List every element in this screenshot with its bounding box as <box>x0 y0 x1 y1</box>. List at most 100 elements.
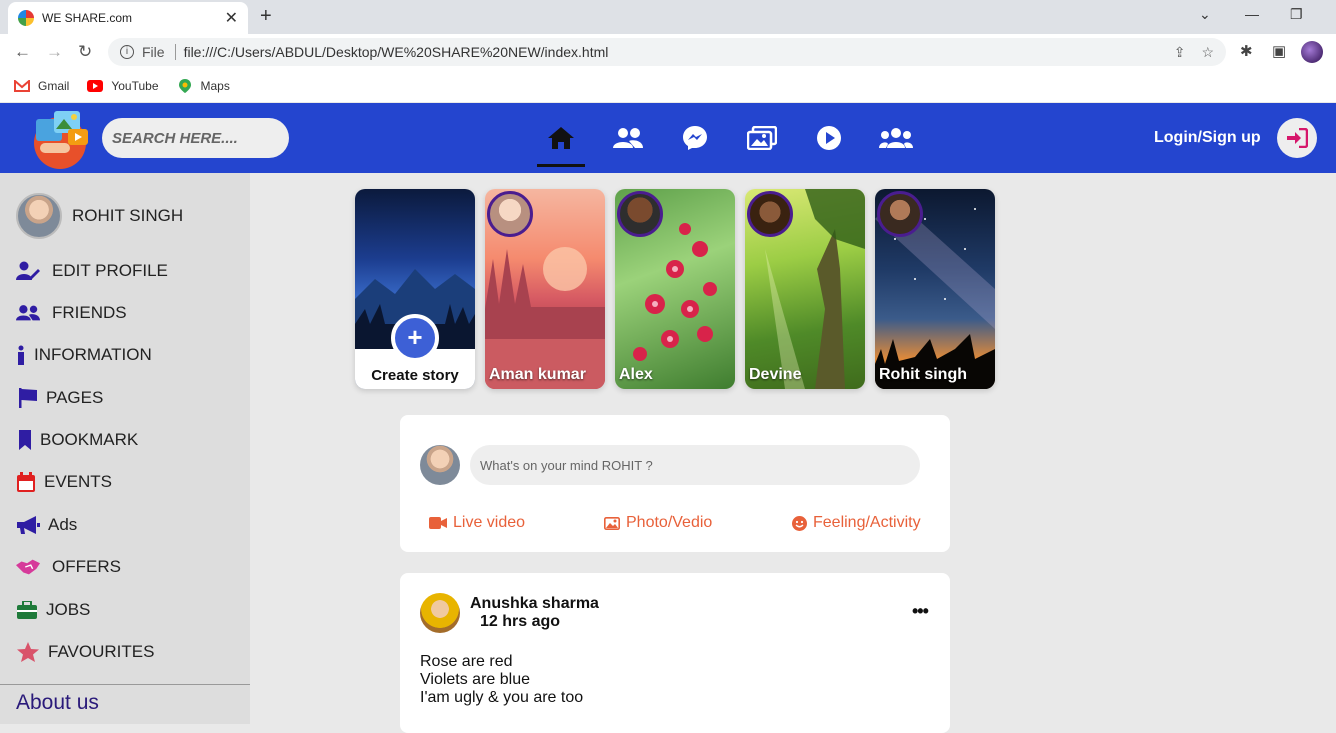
app-header: Login/Sign up <box>0 103 1336 173</box>
sidebar-item-information[interactable]: INFORMATION <box>16 345 152 365</box>
profile-name: ROHIT SINGH <box>72 206 184 225</box>
youtube-icon <box>87 80 104 92</box>
sidebar-item-label: EVENTS <box>44 472 113 491</box>
scheme-label: File <box>142 44 165 60</box>
story-name: Alex <box>619 366 653 383</box>
megaphone-icon <box>16 515 40 535</box>
nav-home[interactable] <box>527 103 594 173</box>
sidebar-item-pages[interactable]: PAGES <box>16 388 103 408</box>
login-signup-link[interactable]: Login/Sign up <box>1154 129 1261 147</box>
home-icon <box>547 127 574 149</box>
avatar <box>420 593 460 633</box>
flag-icon <box>16 388 40 408</box>
maps-icon <box>178 79 191 93</box>
nav-watch[interactable] <box>795 103 862 173</box>
avatar <box>16 193 62 239</box>
friends-icon <box>612 128 643 148</box>
sidebar-item-label: OFFERS <box>52 557 121 576</box>
story-avatar <box>877 191 923 237</box>
address-bar[interactable]: i File file:///C:/Users/ABDUL/Desktop/WE… <box>108 38 1226 66</box>
url-text[interactable]: file:///C:/Users/ABDUL/Desktop/WE%20SHAR… <box>184 44 609 60</box>
nav-groups[interactable] <box>862 103 929 173</box>
create-story-card[interactable]: Create story + <box>355 189 475 389</box>
sidebar-item-label: Ads <box>48 515 78 534</box>
about-us-link[interactable]: About us <box>0 684 250 721</box>
feed-post: Anushka sharma 12 hrs ago ••• Rose are r… <box>400 573 950 733</box>
nav-friends[interactable] <box>594 103 661 173</box>
address-bar-row: ← → ↻ i File file:///C:/Users/ABDUL/Desk… <box>0 34 1336 70</box>
share-icon[interactable]: ⇪ <box>1174 44 1186 61</box>
search-input[interactable] <box>102 118 289 158</box>
friends-icon <box>16 303 40 323</box>
story-name: Devine <box>749 366 802 383</box>
bookmark-label: Maps <box>200 79 230 93</box>
nav-photos[interactable] <box>728 103 795 173</box>
reload-icon[interactable]: ↻ <box>78 42 92 62</box>
sidebar-item-label: PAGES <box>46 388 104 407</box>
sidebar-item-label: BOOKMARK <box>40 430 139 449</box>
browser-profile-avatar[interactable] <box>1301 41 1323 63</box>
sidebar-item-edit-profile[interactable]: EDIT PROFILE <box>16 261 168 281</box>
calendar-icon <box>16 472 36 492</box>
restore-icon[interactable]: ❐ <box>1290 6 1303 23</box>
bookmark-maps[interactable]: Maps <box>177 78 230 94</box>
site-info-icon[interactable]: i <box>120 45 134 59</box>
sidebar-item-ads[interactable]: Ads <box>16 515 77 535</box>
address-separator <box>174 44 176 60</box>
login-button[interactable] <box>1277 118 1317 158</box>
story-name: Rohit singh <box>879 366 967 383</box>
sidebar-item-offers[interactable]: OFFERS <box>16 557 121 577</box>
image-icon <box>604 516 620 530</box>
sidebar-item-friends[interactable]: FRIENDS <box>16 303 127 323</box>
action-label: Feeling/Activity <box>813 514 921 531</box>
close-tab-icon[interactable]: ✕ <box>225 8 238 28</box>
we-share-logo[interactable] <box>32 107 92 169</box>
tab-search-icon[interactable]: ⌄ <box>1199 6 1211 23</box>
sidebar-item-label: FRIENDS <box>52 303 127 322</box>
watch-icon <box>816 126 841 150</box>
groups-icon <box>878 128 913 148</box>
new-tab-button[interactable]: + <box>260 5 272 28</box>
more-options-icon[interactable]: ••• <box>912 601 929 622</box>
site-favicon-icon <box>18 10 34 26</box>
story-card[interactable]: Devine <box>745 189 865 389</box>
nav-messenger[interactable] <box>661 103 728 173</box>
post-author[interactable]: Anushka sharma <box>470 595 599 613</box>
handshake-icon <box>16 557 40 577</box>
post-body: Rose are red Violets are blue I'am ugly … <box>420 653 583 707</box>
info-icon <box>16 345 26 365</box>
sidebar-item-favourites[interactable]: FAVOURITES <box>16 642 154 662</box>
side-panel-icon[interactable]: ▣ <box>1272 42 1286 60</box>
sidebar-item-label: FAVOURITES <box>48 642 155 661</box>
browser-tab-bar: WE SHARE.com ✕ + ⌄ — ❐ <box>0 0 1336 34</box>
sidebar-item-bookmark[interactable]: BOOKMARK <box>16 430 138 450</box>
feeling-activity-button[interactable]: Feeling/Activity <box>792 514 921 532</box>
sidebar-item-jobs[interactable]: JOBS <box>16 600 90 620</box>
live-video-button[interactable]: Live video <box>429 514 525 532</box>
bookmark-star-icon[interactable]: ☆ <box>1201 44 1214 61</box>
sidebar-profile[interactable]: ROHIT SINGH <box>16 193 183 239</box>
forward-icon[interactable]: → <box>46 42 63 62</box>
bookmark-gmail[interactable]: Gmail <box>14 79 69 93</box>
story-card[interactable]: Aman kumar <box>485 189 605 389</box>
bookmarks-bar: Gmail YouTube Maps <box>0 70 1336 102</box>
user-edit-icon <box>16 261 40 281</box>
status-input[interactable] <box>470 445 920 485</box>
browser-tab[interactable]: WE SHARE.com ✕ <box>8 2 248 34</box>
minimize-icon[interactable]: — <box>1245 6 1259 22</box>
story-card[interactable]: Alex <box>615 189 735 389</box>
back-icon[interactable]: ← <box>14 42 31 62</box>
briefcase-icon <box>16 600 38 620</box>
post-line: Rose are red <box>420 653 513 670</box>
bookmark-youtube[interactable]: YouTube <box>87 79 159 93</box>
smiley-icon <box>792 515 807 531</box>
story-avatar <box>617 191 663 237</box>
photo-video-button[interactable]: Photo/Vedio <box>604 514 712 532</box>
tab-title: WE SHARE.com <box>42 11 133 25</box>
add-story-icon[interactable]: + <box>391 314 439 362</box>
sidebar-item-label: JOBS <box>46 600 91 619</box>
star-icon <box>16 642 40 662</box>
sidebar-item-events[interactable]: EVENTS <box>16 472 112 492</box>
extensions-icon[interactable]: ✱ <box>1240 42 1253 60</box>
story-card[interactable]: Rohit singh <box>875 189 995 389</box>
